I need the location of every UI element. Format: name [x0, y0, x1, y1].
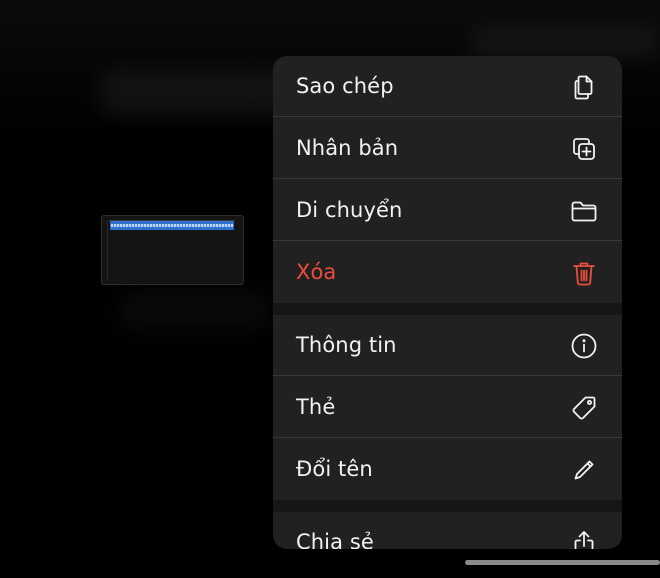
thumbnail-audio-region — [110, 221, 234, 230]
thumbnail-track-header — [104, 220, 108, 280]
info-icon — [570, 332, 598, 360]
project-thumbnail[interactable] — [101, 215, 244, 285]
context-menu: Sao chép Nhân bản Di chuyển Xóa Thông ti… — [273, 56, 622, 549]
menu-item-move[interactable]: Di chuyển — [273, 180, 622, 241]
menu-group-separator — [273, 303, 622, 315]
pencil-icon — [570, 456, 598, 484]
blurred-background-element — [100, 70, 300, 116]
menu-item-label: Chia sẻ — [296, 530, 374, 549]
menu-group-separator — [273, 500, 622, 512]
menu-item-label: Thẻ — [296, 395, 336, 419]
menu-item-copy[interactable]: Sao chép — [273, 56, 622, 117]
menu-item-tags[interactable]: Thẻ — [273, 377, 622, 438]
blurred-background-element — [470, 25, 660, 59]
blurred-background-element — [120, 290, 270, 330]
menu-item-info[interactable]: Thông tin — [273, 315, 622, 376]
share-icon — [570, 529, 598, 549]
copy-icon — [570, 73, 598, 101]
menu-item-label: Di chuyển — [296, 198, 403, 222]
thumbnail-waveform — [111, 224, 233, 227]
menu-item-label: Thông tin — [296, 333, 397, 357]
menu-item-share[interactable]: Chia sẻ — [273, 512, 622, 549]
menu-item-label: Đổi tên — [296, 457, 373, 481]
tag-icon — [570, 394, 598, 422]
menu-item-label: Nhân bản — [296, 136, 399, 160]
trash-icon — [570, 259, 598, 287]
duplicate-icon — [570, 135, 598, 163]
menu-item-duplicate[interactable]: Nhân bản — [273, 118, 622, 179]
folder-icon — [570, 197, 598, 225]
menu-item-label: Xóa — [296, 260, 337, 284]
menu-item-delete[interactable]: Xóa — [273, 242, 622, 303]
menu-item-rename[interactable]: Đổi tên — [273, 439, 622, 500]
menu-item-label: Sao chép — [296, 74, 394, 98]
home-indicator[interactable] — [465, 560, 660, 565]
